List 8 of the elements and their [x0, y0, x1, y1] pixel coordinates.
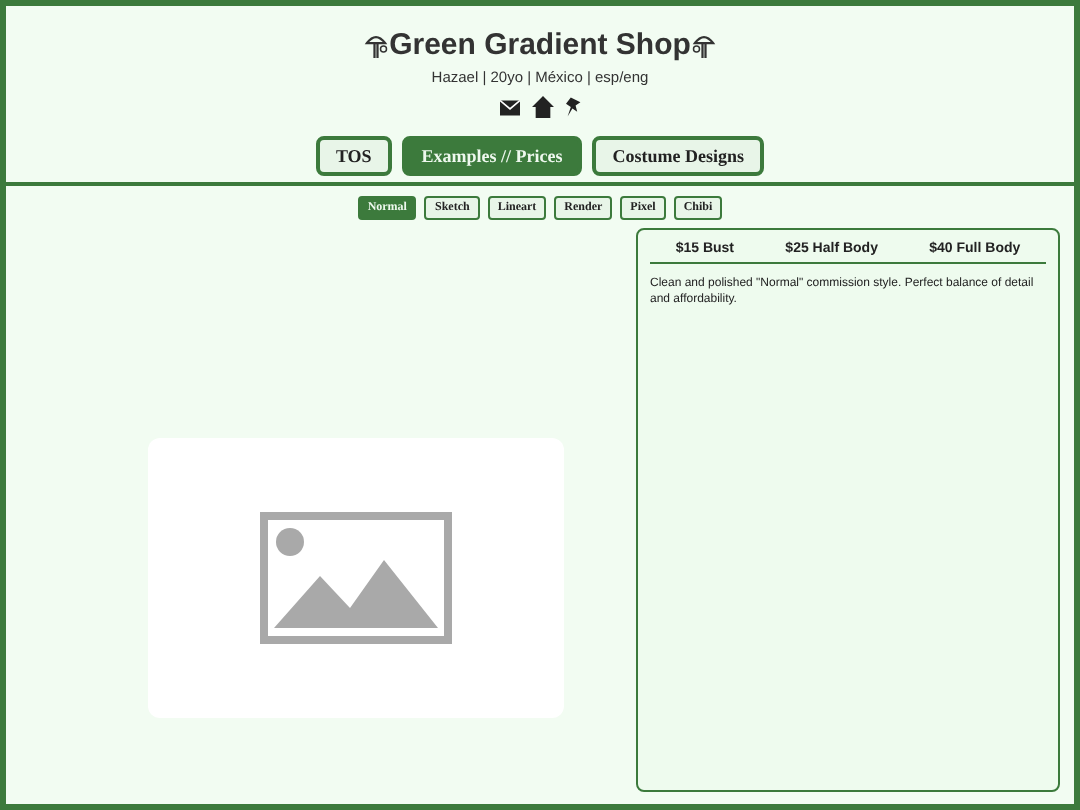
- tab[interactable]: Examples // Prices: [401, 136, 583, 176]
- tab[interactable]: TOS: [315, 136, 392, 176]
- pin-icon[interactable]: [565, 96, 581, 118]
- tab[interactable]: Costume Designs: [592, 136, 765, 176]
- mail-icon[interactable]: [499, 99, 519, 115]
- image-placeholder-icon: [259, 512, 451, 644]
- home-icon[interactable]: [531, 96, 553, 118]
- shop-title: Green Gradient Shop: [389, 28, 691, 62]
